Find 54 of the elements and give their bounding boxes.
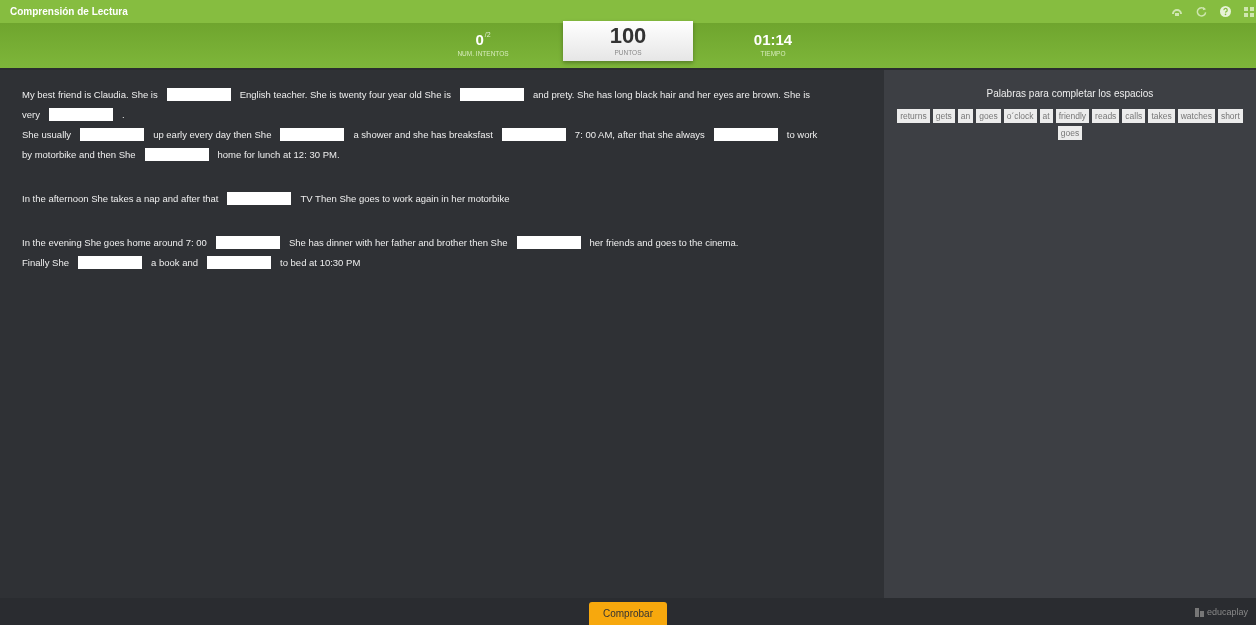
answer-box[interactable] [48, 107, 113, 121]
word-chip[interactable]: short [1217, 109, 1243, 123]
passage-text: to work [786, 128, 818, 140]
word-chip[interactable]: at [1039, 109, 1053, 123]
answer-box[interactable] [215, 235, 280, 249]
passage-text: a shower and she has breaksfast [353, 128, 493, 140]
logo-icon [1194, 607, 1204, 617]
passage-text: In the evening She goes home around 7: 00 [22, 236, 207, 248]
answer-box[interactable] [78, 255, 142, 269]
word-chip[interactable]: returns [897, 109, 930, 123]
answer-box[interactable] [227, 191, 292, 205]
passage-text: home for lunch at 12: 30 PM. [217, 148, 340, 160]
passage-text: Finally She [22, 256, 69, 268]
word-chip[interactable]: gets [932, 109, 955, 123]
passage-text: . [121, 108, 125, 120]
passage-text: by motorbike and then She [22, 148, 136, 160]
word-chip[interactable]: calls [1122, 109, 1146, 123]
answer-box[interactable] [501, 127, 566, 141]
answer-box[interactable] [207, 255, 271, 269]
passage-text: My best friend is Claudia. She is [22, 88, 158, 100]
passage-text: her friends and goes to the cinema. [589, 236, 739, 248]
word-chip[interactable]: friendly [1055, 109, 1090, 123]
answer-box[interactable] [713, 127, 778, 141]
logo-text: educaplay [1206, 607, 1248, 617]
passage-text: and prety. She has long black hair and her eyes are brown. She is [532, 88, 810, 100]
passage-text: She has dinner with her father and brother then She [288, 236, 508, 248]
word-chip[interactable]: watches [1177, 109, 1215, 123]
time-value: 01:14 [753, 31, 793, 48]
answer-box[interactable] [459, 87, 524, 101]
answer-box[interactable] [516, 235, 581, 249]
word-bank-title: Palabras para completar los espacios [986, 88, 1154, 99]
check-button[interactable]: Comprobar [589, 602, 667, 625]
passage-text: very [22, 108, 40, 120]
passage-text: a book and [151, 256, 198, 268]
answer-box[interactable] [280, 127, 345, 141]
passage-text: In the afternoon She takes a nap and after that [22, 192, 219, 204]
passage-text: to bed at 10:30 PM [280, 256, 361, 268]
passage-text: She usually [22, 128, 72, 140]
word-chip[interactable]: o´clock [1003, 109, 1037, 123]
word-chip[interactable]: takes [1148, 109, 1175, 123]
passage-text: 7: 00 AM, after that she always [574, 128, 705, 140]
word-chip[interactable]: goes [1057, 126, 1083, 140]
passage-text: up early every day then She [153, 128, 272, 140]
word-chip[interactable]: goes [976, 109, 1001, 123]
passage-text: TV Then She goes to work again in her motorbike [300, 192, 510, 204]
points-value: 100 [609, 23, 647, 49]
word-chip[interactable]: an [957, 109, 974, 123]
passage-text: English teacher. She is twenty four year old She is [239, 88, 451, 100]
word-chip[interactable]: reads [1092, 109, 1120, 123]
answer-box[interactable] [144, 147, 209, 161]
window-title: Comprensión de Lectura [10, 6, 128, 17]
attempts-count: 0 [475, 31, 484, 48]
answer-box[interactable] [166, 87, 231, 101]
answer-box[interactable] [80, 127, 145, 141]
